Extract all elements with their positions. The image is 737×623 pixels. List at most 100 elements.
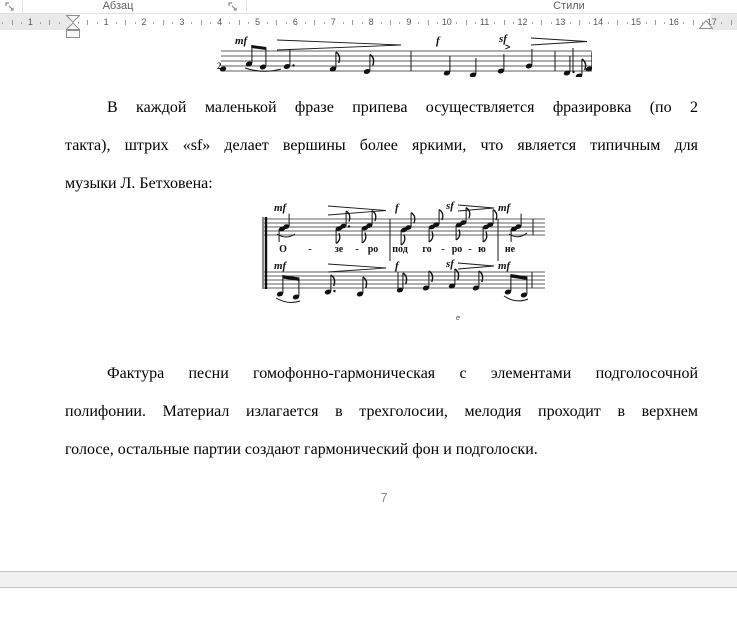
ruler-tick [238,20,240,25]
ruler-number: 6 [292,17,298,27]
dynamic-mf: mf [235,35,249,47]
ruler-tick [465,20,467,25]
lyric-syllable: - [441,244,444,255]
dynamic-mf: mf [274,202,288,214]
ruler-tick [692,20,694,25]
ruler-tick [115,22,117,24]
ruler-tick [210,22,212,24]
dynamic-mf: mf [274,260,288,272]
ruler-tick [456,22,458,24]
ruler-tick [162,20,164,25]
horizontal-ruler[interactable]: 1 2 3 4 5 6 7 8 9 10 11 12 13 14 15 16 17 1 [0,14,737,38]
ruler-number: 1 [27,17,33,27]
ruler-number: 14 [593,17,604,27]
ruler-tick [172,22,174,24]
ruler-number: 15 [631,17,642,27]
ruler-tick [2,22,4,24]
lyric-syllable: - [308,244,311,255]
dialog-launcher-icon-left[interactable] [5,2,15,12]
ruler-tick [569,22,571,24]
ruler-number: 16 [668,17,679,27]
ruler-tick [200,20,202,25]
ruler-tick [267,22,268,24]
text-line[interactable]: Фактура песни гомофонно-гармоническая с … [65,355,698,393]
ruler-tick [645,22,647,24]
ruler-tick [399,22,401,24]
lyric-syllable: - [355,244,358,255]
first-line-indent-marker[interactable] [66,15,80,23]
text-line[interactable]: голосе, остальные партии создают гармони… [65,431,698,469]
upper-staff-lines [264,218,545,236]
ruler-tick [229,22,231,24]
text-line[interactable]: такта), штрих «sf» делает вершины более … [65,127,698,165]
dynamic-sf: sf [445,200,455,212]
right-indent-marker[interactable] [699,20,713,29]
small-mark: e [456,315,460,322]
ruler-tick [541,20,543,25]
ruler-tick [304,22,306,24]
dynamic-mf: mf [498,260,512,272]
ruler-number: 7 [330,17,336,27]
text-line[interactable]: полифонии. Материал излагается в трехгол… [65,393,698,431]
ruler-tick [617,20,619,25]
lyric-syllable: зе [335,244,344,255]
ruler-tick [352,20,354,25]
lyric-syllable: ю [478,244,486,255]
staff-lines [221,50,592,72]
ruler-tick [96,22,98,24]
ruler-tick [153,22,155,24]
paragraph-phrasing[interactable]: В каждой маленькой фразе припева осущест… [65,89,698,203]
lyric-syllable: го [422,244,431,255]
music-example-top-image[interactable]: mf f sf > 2 [215,33,592,77]
ruler-number: 5 [255,17,261,27]
indent-markers-left[interactable] [66,15,80,38]
lyric-syllable: О [279,244,287,255]
ruler-number: 4 [217,17,223,27]
ruler-tick [588,22,590,24]
music-example-chorus-image[interactable]: mf f sf mf mf f sf mf О - зе - ро под го… [262,197,547,325]
ribbon-group-separator [246,0,247,13]
ruler-tick [503,20,505,25]
ruler-number: 10 [441,17,452,27]
ruler-tick [323,22,325,24]
ribbon-group-label-paragraph: Абзац [102,0,134,12]
text-line[interactable]: В каждой маленькой фразе припева осущест… [65,89,698,127]
ruler-number: 1 [103,17,109,27]
lyrics-row: О - зе - ро под го - ро - ю не [279,244,516,255]
paragraph-texture[interactable]: Фактура песни гомофонно-гармоническая с … [65,355,698,469]
ruler-tick [427,20,429,25]
hanging-indent-marker[interactable] [66,22,80,30]
page-number[interactable]: 7 [350,489,418,507]
ruler-tick [49,20,51,25]
ribbon-group-separator [22,0,23,13]
ribbon-group-label-styles: Стили [553,0,585,12]
ruler-tick [654,20,656,25]
ruler-tick [125,20,127,25]
dynamic-sf: sf [445,258,455,270]
ruler-tick [39,22,41,24]
ruler-tick [531,22,533,24]
page-gap[interactable] [0,571,737,588]
dynamic-mf: mf [498,202,512,214]
ruler-number: 2 [141,17,147,27]
ruler-tick [664,22,666,24]
ruler-tick [276,20,278,25]
ruler-tick [418,22,420,24]
lyric-syllable: ро [368,244,379,255]
ruler-tick [607,22,609,24]
paragraph-dialog-launcher-icon[interactable] [228,2,238,12]
lower-hairpins [327,262,495,273]
ruler-tick [550,22,552,24]
ruler-number: 8 [368,17,374,27]
dynamic-f: f [436,35,441,47]
ruler-tick [437,22,439,24]
left-indent-marker[interactable] [66,30,80,38]
ruler-tick [58,22,60,24]
lyric-syllable: под [392,244,408,255]
dynamic-f: f [395,260,400,272]
ruler-tick [579,20,581,25]
ruler-number: 3 [179,17,185,27]
word-document-view: Абзац Стили 1 2 3 4 5 6 7 8 9 10 11 12 13 14 15 16 17 1 m… [0,0,737,623]
ruler-tick [285,22,287,24]
ruler-tick [475,22,477,24]
